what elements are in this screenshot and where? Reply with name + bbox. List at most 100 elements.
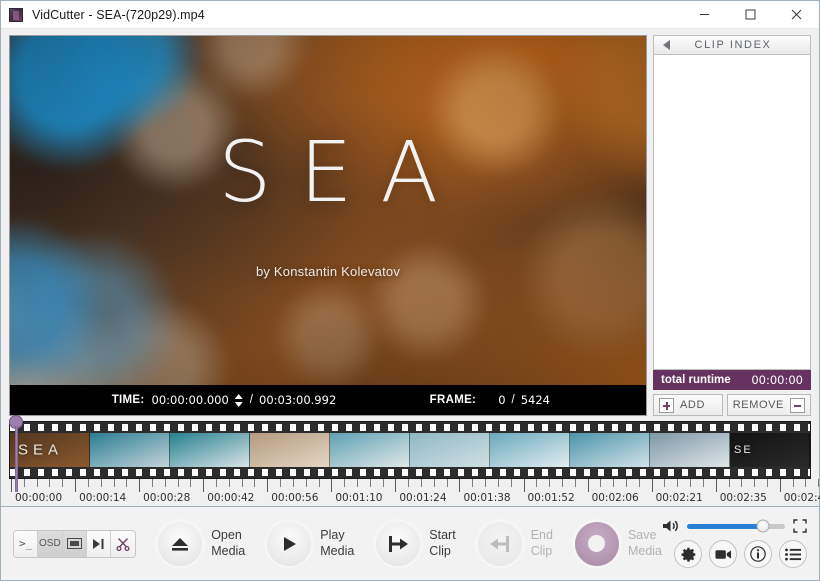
toolbar-right-stack	[662, 519, 807, 568]
ruler-tick-major	[459, 479, 461, 492]
ruler-tick-label: 00:00:14	[79, 492, 127, 504]
media-stream-camera-icon[interactable]	[709, 540, 737, 568]
ruler-tick-minor	[344, 479, 346, 487]
film-strip[interactable]: SEA SE	[9, 421, 811, 479]
ruler-tick-minor	[485, 479, 487, 487]
ruler-tick-minor	[62, 479, 64, 487]
media-info-icon[interactable]	[744, 540, 772, 568]
ruler-tick-minor	[382, 479, 384, 487]
ruler-tick-minor	[292, 479, 294, 487]
settings-gear-icon[interactable]	[674, 540, 702, 568]
play-media-label: Play Media	[320, 528, 354, 559]
timeline[interactable]: SEA SE 00:00:00 00:00:14 00:00:28 00:00:42 00…	[1, 415, 820, 506]
timeline-thumbnail[interactable]	[90, 433, 170, 467]
ruler-tick-minor	[421, 479, 422, 487]
ruler-tick-minor	[510, 479, 512, 487]
ruler-tick-label: 00:02:49	[783, 492, 820, 504]
plus-icon	[659, 397, 674, 413]
start-clip-label: Start Clip	[429, 528, 455, 559]
thumbnail-label: SEA	[18, 441, 64, 459]
thumbnails-toggle-button[interactable]	[62, 530, 87, 557]
timeline-thumbnail[interactable]	[250, 433, 330, 467]
start-clip-line2: Clip	[429, 543, 451, 558]
open-media-button[interactable]: Open Media	[158, 521, 245, 566]
clip-end-icon	[477, 521, 522, 566]
timeline-thumbnail[interactable]	[170, 433, 250, 467]
osd-toggle-button[interactable]: OSD	[38, 530, 63, 557]
volume-slider-fill	[687, 523, 764, 529]
ruler-tick-minor	[677, 479, 679, 487]
ruler-tick-major	[139, 479, 141, 492]
minimize-icon[interactable]	[681, 1, 727, 28]
ruler-tick-minor	[536, 479, 538, 487]
volume-icon[interactable]	[662, 519, 679, 533]
frame-label: FRAME:	[429, 394, 477, 406]
video-panel: SEA by Konstantin Kolevatov TIME: 00:00:…	[9, 35, 647, 416]
play-media-line2: Media	[320, 543, 355, 558]
ruler-tick-minor	[49, 479, 51, 487]
scissors-icon	[116, 537, 130, 551]
bottom-toolbar: >_ OSD Open Media Play Media Start Clip …	[1, 506, 819, 580]
clip-index-list[interactable]	[653, 55, 811, 370]
timeline-thumbnail[interactable]	[490, 433, 570, 467]
fullscreen-icon[interactable]	[793, 519, 807, 533]
frame-total-value: 5424	[520, 393, 550, 407]
ruler-tick-minor	[369, 479, 371, 487]
timeline-thumbnail[interactable]	[570, 433, 650, 467]
ruler-tick-minor	[100, 479, 102, 487]
ruler-tick-major	[715, 479, 717, 492]
ruler-tick-minor	[356, 479, 358, 487]
save-media-button[interactable]: Save Media	[574, 521, 662, 566]
collapse-left-arrow-icon[interactable]	[663, 40, 670, 50]
frame-current-value: 0	[498, 393, 506, 407]
volume-slider[interactable]	[687, 519, 785, 533]
volume-slider-knob[interactable]	[756, 519, 770, 533]
ruler-tick-major	[779, 479, 781, 492]
smartcut-toggle-button[interactable]	[111, 530, 136, 557]
ruler-tick-label: 00:01:52	[527, 492, 575, 504]
volume-row	[662, 519, 807, 533]
open-media-line1: Open	[211, 527, 242, 542]
console-glyph: >_	[19, 537, 33, 550]
view-logs-list-icon[interactable]	[779, 540, 807, 568]
timeline-thumbnail[interactable]	[330, 433, 410, 467]
end-clip-button[interactable]: End Clip	[477, 521, 553, 566]
add-clip-label: ADD	[680, 399, 706, 411]
save-ring-hole	[588, 535, 606, 552]
ruler-tick-minor	[690, 479, 692, 487]
video-surface[interactable]: SEA by Konstantin Kolevatov	[10, 36, 646, 385]
play-media-button[interactable]: Play Media	[267, 521, 354, 566]
timeline-thumbnail[interactable]: SE	[730, 433, 810, 467]
end-clip-label: End Clip	[531, 528, 553, 559]
minus-icon	[790, 397, 805, 413]
timeline-thumbnail[interactable]	[410, 433, 490, 467]
ruler-tick-label: 00:02:35	[719, 492, 767, 504]
ruler-tick-major	[11, 479, 12, 492]
console-toggle-button[interactable]: >_	[14, 530, 39, 557]
ruler-tick-minor	[446, 479, 448, 487]
main-content: SEA by Konstantin Kolevatov TIME: 00:00:…	[1, 29, 819, 416]
clip-index-header[interactable]: CLIP INDEX	[653, 35, 811, 55]
toolbar-icon-row	[674, 540, 807, 568]
ruler-tick-minor	[228, 479, 230, 487]
osd-label: OSD	[39, 538, 61, 549]
play-icon	[267, 521, 312, 566]
time-spinner-icon[interactable]	[234, 393, 243, 407]
timeline-thumbnail[interactable]: SEA	[10, 433, 90, 467]
time-ruler[interactable]: 00:00:00 00:00:14 00:00:28 00:00:42 00:00:56…	[9, 479, 820, 506]
add-clip-button[interactable]: ADD	[653, 394, 723, 416]
ruler-tick-major	[523, 479, 525, 492]
close-icon[interactable]	[773, 1, 819, 28]
maximize-icon[interactable]	[727, 1, 773, 28]
ruler-tick-label: 00:00:28	[143, 492, 191, 504]
time-current-value[interactable]: 00:00:00.000	[152, 393, 229, 407]
save-media-label: Save Media	[628, 528, 662, 559]
keyframes-toggle-button[interactable]	[86, 530, 111, 557]
ruler-tick-minor	[87, 479, 89, 487]
end-clip-line2: Clip	[530, 543, 553, 558]
remove-clip-button[interactable]: REMOVE	[726, 394, 811, 416]
ruler-tick-label: 00:02:21	[655, 492, 703, 504]
ruler-tick-minor	[754, 479, 756, 487]
timeline-thumbnail[interactable]	[650, 433, 730, 467]
start-clip-button[interactable]: Start Clip	[376, 521, 456, 566]
